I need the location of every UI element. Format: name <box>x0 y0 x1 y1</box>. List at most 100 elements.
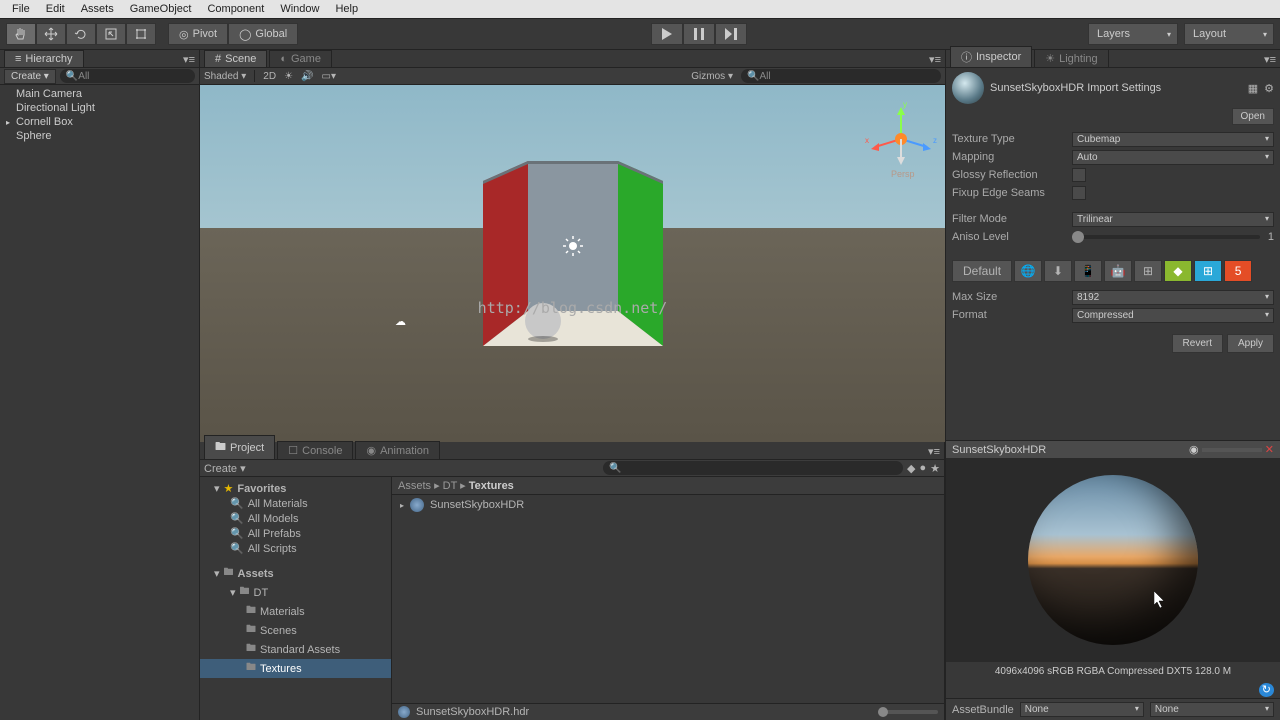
folder-item[interactable]: ▾🖿DT <box>200 583 391 602</box>
platform-android[interactable]: 🤖 <box>1104 260 1132 282</box>
global-toggle[interactable]: ◯Global <box>228 23 298 45</box>
refresh-icon[interactable]: ↻ <box>1259 683 1274 697</box>
scene-tab[interactable]: #Scene <box>204 50 267 67</box>
aniso-slider[interactable] <box>1072 235 1260 239</box>
favorite-item[interactable]: 🔍All Scripts <box>200 541 391 556</box>
folder-item[interactable]: 🖿Standard Assets <box>200 640 391 659</box>
favorite-icon[interactable]: ★ <box>930 462 940 475</box>
console-tab[interactable]: ☐Console <box>277 441 353 459</box>
hierarchy-create-button[interactable]: Create ▾ <box>4 69 56 84</box>
hierarchy-item[interactable]: Main Camera <box>0 87 199 101</box>
gizmos-dropdown[interactable]: Gizmos ▾ <box>691 71 733 82</box>
hand-tool[interactable] <box>6 23 36 45</box>
animation-icon: ◉ <box>366 444 376 457</box>
platform-wsa[interactable]: ⊞ <box>1194 260 1222 282</box>
panel-menu-icon[interactable]: ▾≡ <box>928 445 940 458</box>
svg-text:x: x <box>865 136 869 145</box>
scale-tool[interactable] <box>96 23 126 45</box>
hierarchy-item[interactable]: Directional Light <box>0 101 199 115</box>
layout-dropdown[interactable]: Layout <box>1184 23 1274 45</box>
preview-rgb-icon[interactable]: ◉ <box>1189 444 1199 456</box>
menu-file[interactable]: File <box>4 3 38 15</box>
folder-item[interactable]: 🖿Scenes <box>200 621 391 640</box>
filter-mode-dropdown[interactable]: Trilinear <box>1072 212 1274 227</box>
hierarchy-search[interactable]: 🔍All <box>60 69 195 83</box>
panel-menu-icon[interactable]: ▾≡ <box>1264 53 1276 66</box>
variant-dropdown[interactable]: None <box>1150 702 1274 717</box>
menu-bar: File Edit Assets GameObject Component Wi… <box>0 0 1280 18</box>
breadcrumb-item[interactable]: DT <box>443 480 457 492</box>
platform-default[interactable]: Default <box>952 260 1012 282</box>
folder-item[interactable]: 🖿Materials <box>200 602 391 621</box>
mapping-dropdown[interactable]: Auto <box>1072 150 1274 165</box>
folder-item[interactable]: 🖿Textures <box>200 659 391 678</box>
format-dropdown[interactable]: Compressed <box>1072 308 1274 323</box>
menu-window[interactable]: Window <box>272 3 327 15</box>
favorite-item[interactable]: 🔍All Prefabs <box>200 526 391 541</box>
filter-icon[interactable]: ◆ <box>907 462 915 475</box>
inspector-tab[interactable]: ⓘInspector <box>950 46 1032 67</box>
open-button[interactable]: Open <box>1232 108 1274 125</box>
apply-button[interactable]: Apply <box>1227 334 1274 353</box>
move-tool[interactable] <box>36 23 66 45</box>
play-button[interactable] <box>651 23 683 45</box>
animation-tab[interactable]: ◉Animation <box>355 441 440 459</box>
audio-icon[interactable]: 🔊 <box>301 71 313 82</box>
breadcrumb-item[interactable]: Textures <box>469 480 514 492</box>
panel-menu-icon[interactable]: ▾≡ <box>929 53 941 66</box>
glossy-checkbox[interactable] <box>1072 168 1086 182</box>
menu-gameobject[interactable]: GameObject <box>122 3 200 15</box>
cubemap-preview[interactable] <box>1028 475 1198 645</box>
assets-header[interactable]: ▾🖿Assets <box>200 564 391 583</box>
pivot-toggle[interactable]: ◎Pivot <box>168 23 228 45</box>
menu-component[interactable]: Component <box>199 3 272 15</box>
project-search[interactable]: 🔍 <box>603 461 903 475</box>
layers-dropdown[interactable]: Layers <box>1088 23 1178 45</box>
max-size-dropdown[interactable]: 8192 <box>1072 290 1274 305</box>
scene-viewport[interactable]: ☁ y x z Persp ht <box>200 85 945 442</box>
favorites-header[interactable]: ▾★Favorites <box>200 481 391 496</box>
menu-edit[interactable]: Edit <box>38 3 73 15</box>
panel-menu-icon[interactable]: ▾≡ <box>183 53 195 66</box>
menu-assets[interactable]: Assets <box>73 3 122 15</box>
rotate-tool[interactable] <box>66 23 96 45</box>
fx-icon[interactable]: ▭▾ <box>322 71 336 82</box>
project-create-button[interactable]: Create ▾ <box>204 462 246 475</box>
asset-item[interactable]: ▸ SunsetSkyboxHDR <box>396 497 940 513</box>
platform-web[interactable]: 🌐 <box>1014 260 1042 282</box>
pause-button[interactable] <box>683 23 715 45</box>
help-icon[interactable]: ▦ <box>1248 82 1258 95</box>
platform-bb[interactable]: ⊞ <box>1134 260 1162 282</box>
scene-gizmo[interactable]: y x z Persp <box>861 99 931 169</box>
favorite-item[interactable]: 🔍All Models <box>200 511 391 526</box>
mode-2d-toggle[interactable]: 2D <box>263 71 276 82</box>
texture-type-dropdown[interactable]: Cubemap <box>1072 132 1274 147</box>
platform-tizen[interactable]: ◆ <box>1164 260 1192 282</box>
filter-icon[interactable]: ● <box>919 462 926 474</box>
light-icon[interactable]: ☀ <box>284 71 293 82</box>
close-icon[interactable]: ✕ <box>1265 444 1274 456</box>
revert-button[interactable]: Revert <box>1172 334 1223 353</box>
fixup-checkbox[interactable] <box>1072 186 1086 200</box>
hierarchy-item[interactable]: Cornell Box <box>0 115 199 129</box>
breadcrumb-item[interactable]: Assets <box>398 480 431 492</box>
menu-help[interactable]: Help <box>327 3 366 15</box>
hierarchy-item[interactable]: Sphere <box>0 129 199 143</box>
hierarchy-tab[interactable]: ≡Hierarchy <box>4 50 84 67</box>
assetbundle-dropdown[interactable]: None <box>1020 702 1144 717</box>
shading-dropdown[interactable]: Shaded ▾ <box>204 71 246 82</box>
thumbnail-size-slider[interactable] <box>878 710 938 714</box>
platform-standalone[interactable]: ⬇ <box>1044 260 1072 282</box>
scene-search[interactable]: 🔍All <box>741 69 941 83</box>
game-tab[interactable]: ◐Game <box>269 50 332 67</box>
project-tab[interactable]: 🖿Project <box>204 435 275 459</box>
game-icon: ◐ <box>280 53 287 65</box>
platform-webgl[interactable]: 5 <box>1224 260 1252 282</box>
step-button[interactable] <box>715 23 747 45</box>
favorite-item[interactable]: 🔍All Materials <box>200 496 391 511</box>
preview-slider[interactable] <box>1202 448 1262 452</box>
lighting-tab[interactable]: ☀Lighting <box>1034 49 1108 67</box>
gear-icon[interactable]: ⚙ <box>1264 82 1274 95</box>
platform-ios[interactable]: 📱 <box>1074 260 1102 282</box>
rect-tool[interactable] <box>126 23 156 45</box>
